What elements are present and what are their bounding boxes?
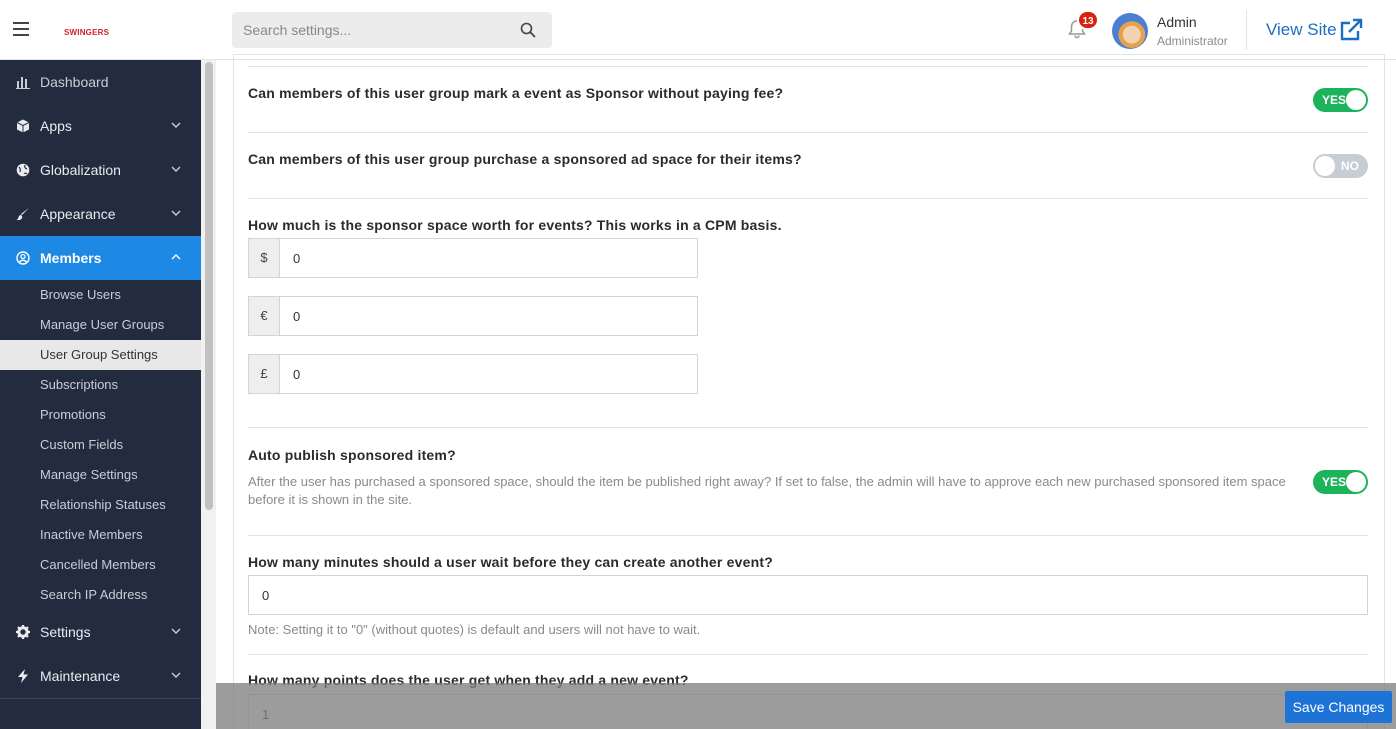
save-bar: Save Changes	[216, 683, 1396, 729]
settings-search	[232, 12, 552, 48]
chevron-down-icon	[171, 122, 181, 128]
sidebar-divider	[0, 698, 201, 699]
gear-icon	[16, 625, 30, 639]
user-circle-icon	[16, 251, 30, 265]
sidebar: Dashboard Apps Globalization Appearance …	[0, 60, 201, 729]
sidebar-subitem-custom-fields[interactable]: Custom Fields	[0, 430, 201, 460]
user-role: Administrator	[1157, 34, 1228, 48]
toggle-knob	[1346, 472, 1366, 492]
divider	[248, 427, 1368, 428]
setting-question-wait-minutes: How many minutes should a user wait befo…	[248, 554, 773, 570]
globe-icon	[16, 163, 30, 177]
top-header: SWINGERS 13 Admin Administrator View Sit…	[0, 0, 1396, 60]
auto-publish-toggle[interactable]: YES	[1313, 470, 1368, 494]
sidebar-subitem-promotions[interactable]: Promotions	[0, 400, 201, 430]
sidebar-subitem-browse-users[interactable]: Browse Users	[0, 280, 201, 310]
search-icon[interactable]	[520, 22, 536, 38]
wait-minutes-field	[248, 575, 1368, 615]
bolt-icon	[18, 669, 28, 683]
currency-symbol: $	[249, 239, 280, 277]
sidebar-item-dashboard[interactable]: Dashboard	[0, 60, 201, 104]
search-input[interactable]	[232, 12, 502, 48]
toggle-knob	[1346, 90, 1366, 110]
sponsor-price-usd-group: $	[248, 238, 698, 278]
setting-question-sponsor-without-fee: Can members of this user group mark a ev…	[248, 85, 784, 101]
divider	[248, 198, 1368, 199]
header-divider	[1246, 10, 1247, 50]
view-site-link[interactable]: View Site	[1266, 20, 1337, 40]
sidebar-subitem-user-group-settings[interactable]: User Group Settings	[0, 340, 201, 370]
site-logo[interactable]: SWINGERS	[64, 28, 109, 37]
sidebar-item-apps[interactable]: Apps	[0, 104, 201, 148]
currency-symbol: £	[249, 355, 280, 393]
divider	[248, 132, 1368, 133]
toggle-label: YES	[1322, 475, 1347, 489]
sponsor-price-eur-group: €	[248, 296, 698, 336]
sidebar-item-label: Appearance	[40, 206, 116, 222]
sidebar-item-maintenance[interactable]: Maintenance	[0, 654, 201, 698]
sidebar-subitem-manage-settings[interactable]: Manage Settings	[0, 460, 201, 490]
sponsor-price-usd-input[interactable]	[280, 239, 697, 277]
sidebar-item-label: Globalization	[40, 162, 121, 178]
setting-question-auto-publish: Auto publish sponsored item?	[248, 447, 456, 463]
toggle-knob	[1315, 156, 1335, 176]
toggle-label: YES	[1322, 93, 1347, 107]
sidebar-subitem-cancelled-members[interactable]: Cancelled Members	[0, 550, 201, 580]
sidebar-item-appearance[interactable]: Appearance	[0, 192, 201, 236]
sidebar-item-label: Apps	[40, 118, 72, 134]
sidebar-item-label: Dashboard	[40, 74, 109, 90]
sidebar-scrollbar-thumb[interactable]	[205, 62, 213, 510]
toggle-label: NO	[1341, 159, 1359, 173]
sidebar-item-label: Settings	[40, 624, 91, 640]
main-content: Can members of this user group mark a ev…	[216, 54, 1396, 729]
currency-symbol: €	[249, 297, 280, 335]
chevron-down-icon	[171, 628, 181, 634]
wait-minutes-note: Note: Setting it to "0" (without quotes)…	[248, 622, 701, 637]
notification-count-badge: 13	[1077, 10, 1099, 30]
chevron-down-icon	[171, 166, 181, 172]
divider	[248, 535, 1368, 536]
user-name[interactable]: Admin	[1157, 14, 1197, 30]
sidebar-item-label: Maintenance	[40, 668, 121, 684]
sidebar-subitem-manage-user-groups[interactable]: Manage User Groups	[0, 310, 201, 340]
sponsor-without-fee-toggle[interactable]: YES	[1313, 88, 1368, 112]
sponsor-price-eur-input[interactable]	[280, 297, 697, 335]
chevron-down-icon	[171, 210, 181, 216]
sidebar-item-settings[interactable]: Settings	[0, 610, 201, 654]
chevron-down-icon	[171, 672, 181, 678]
setting-question-purchase-ad-space: Can members of this user group purchase …	[248, 151, 802, 167]
cube-icon	[16, 119, 30, 133]
wait-minutes-input[interactable]	[249, 576, 1367, 614]
brush-icon	[16, 208, 29, 221]
sponsor-price-gbp-group: £	[248, 354, 698, 394]
purchase-ad-space-toggle[interactable]: NO	[1313, 154, 1368, 178]
menu-toggle-icon[interactable]	[13, 22, 29, 36]
setting-question-sponsor-worth: How much is the sponsor space worth for …	[248, 217, 782, 233]
sidebar-subitem-search-ip-address[interactable]: Search IP Address	[0, 580, 201, 610]
external-link-icon[interactable]	[1338, 17, 1364, 43]
save-changes-button[interactable]: Save Changes	[1285, 691, 1392, 723]
bar-chart-icon	[16, 77, 30, 89]
divider	[248, 66, 1368, 67]
sidebar-subitem-subscriptions[interactable]: Subscriptions	[0, 370, 201, 400]
setting-description-auto-publish: After the user has purchased a sponsored…	[248, 474, 1286, 507]
sidebar-item-members[interactable]: Members	[0, 236, 201, 280]
divider	[248, 654, 1368, 655]
chevron-up-icon	[171, 254, 181, 260]
sidebar-item-label: Members	[40, 250, 102, 266]
avatar[interactable]	[1112, 13, 1148, 49]
sidebar-subitem-inactive-members[interactable]: Inactive Members	[0, 520, 201, 550]
sidebar-item-globalization[interactable]: Globalization	[0, 148, 201, 192]
sponsor-price-gbp-input[interactable]	[280, 355, 697, 393]
sidebar-subitem-relationship-statuses[interactable]: Relationship Statuses	[0, 490, 201, 520]
